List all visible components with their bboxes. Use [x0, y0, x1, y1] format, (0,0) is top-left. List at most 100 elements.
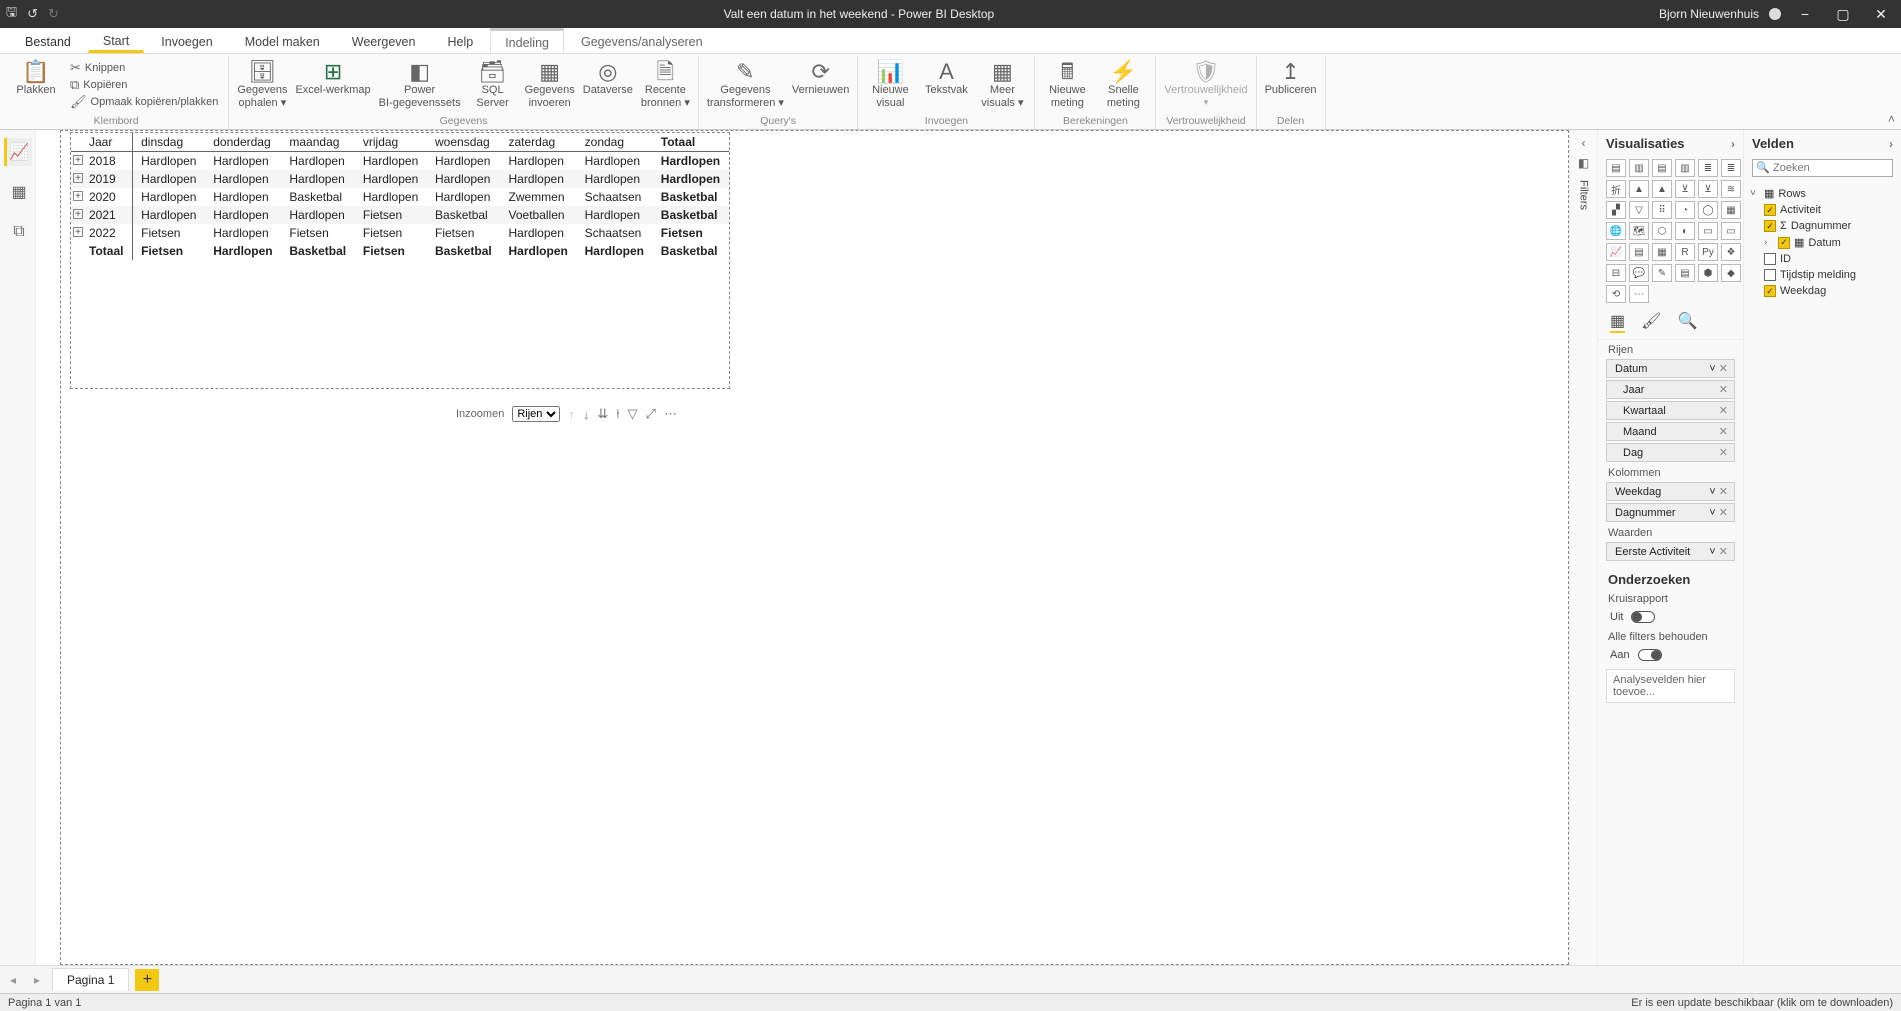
drill-up-icon[interactable]: ↑ [568, 407, 575, 422]
field-datum[interactable]: ›▦Datum [1750, 234, 1895, 251]
vis-stacked-area-icon[interactable]: ▲ [1652, 180, 1672, 198]
filter-icon[interactable]: ▽ [628, 406, 638, 422]
matrix-visual[interactable]: Jaar dinsdag donderdag maandag vrijdag w… [70, 132, 730, 389]
avatar[interactable] [1769, 8, 1781, 20]
matrix-cell[interactable]: Hardlopen [355, 152, 427, 171]
matrix-cell[interactable]: Hardlopen [133, 152, 206, 171]
matrix-cell[interactable]: Voetballen [501, 206, 577, 224]
expand-filters-icon[interactable]: ‹ [1582, 136, 1586, 150]
vis-paginated-icon[interactable]: ▤ [1675, 264, 1695, 282]
vis-funnel-icon[interactable]: ▽ [1629, 201, 1649, 219]
nieuwe-visual-button[interactable]: 📊Nieuwe visual [866, 58, 914, 109]
table-row[interactable]: +2019HardlopenHardlopenHardlopenHardlope… [71, 170, 729, 188]
tab-invoegen[interactable]: Invoegen [146, 28, 227, 53]
matrix-cell[interactable]: Zwemmen [501, 188, 577, 206]
kopieren-button[interactable]: ⧉Kopiëren [68, 77, 220, 93]
qat-undo-icon[interactable]: ↺ [27, 6, 38, 22]
field-tijdstip[interactable]: Tijdstip melding [1750, 267, 1895, 283]
matrix-cell[interactable]: Hardlopen [501, 224, 577, 242]
field-dagnummer[interactable]: ΣDagnummer [1750, 218, 1895, 234]
model-view-button[interactable]: ⧉ [4, 218, 32, 246]
page-next-icon[interactable]: ▸ [28, 973, 46, 987]
matrix-cell[interactable]: Hardlopen [205, 188, 281, 206]
vis-gauge-icon[interactable]: ◐ [1675, 222, 1695, 240]
drill-hierarchy-icon[interactable]: ⍿ [616, 406, 619, 422]
matrix-cell[interactable]: Hardlopen [501, 152, 577, 171]
table-rows[interactable]: ˅▦Rows [1750, 185, 1895, 202]
matrix-cell[interactable]: Fietsen [355, 206, 427, 224]
vis-get-more-icon[interactable]: ⋯ [1629, 285, 1649, 303]
matrix-cell[interactable]: Basketbal [653, 188, 729, 206]
nieuwe-meting-button[interactable]: 🖩Nieuwe meting [1043, 58, 1091, 109]
vis-smart-narrative-icon[interactable]: ✎ [1652, 264, 1672, 282]
matrix-cell[interactable]: Hardlopen [427, 152, 500, 171]
matrix-cell[interactable]: Hardlopen [653, 152, 729, 171]
matrix-cell[interactable]: Hardlopen [133, 170, 206, 188]
vis-shape-map-icon[interactable]: ⬡ [1652, 222, 1672, 240]
vis-treemap-icon[interactable]: ▦ [1721, 201, 1741, 219]
vis-donut-icon[interactable]: ◯ [1698, 201, 1718, 219]
more-options-icon[interactable]: ⋯ [664, 406, 677, 422]
well-eerste-activiteit[interactable]: Eerste Activiteit˅ ✕ [1606, 542, 1735, 561]
vis-line-column-icon[interactable]: ⊻ [1675, 180, 1695, 198]
check-dagnummer[interactable] [1764, 220, 1776, 232]
gegevens-invoeren-button[interactable]: ▦Gegevens invoeren [525, 58, 575, 109]
matrix-cell[interactable]: Hardlopen [281, 170, 354, 188]
matrix-cell[interactable]: Hardlopen [653, 170, 729, 188]
tab-weergeven[interactable]: Weergeven [337, 28, 431, 53]
add-page-button[interactable]: + [135, 969, 159, 991]
matrix-cell[interactable]: Hardlopen [577, 170, 653, 188]
vis-line-icon[interactable]: 折 [1606, 180, 1626, 198]
expand-row-icon[interactable]: + [73, 209, 83, 219]
user-name[interactable]: Bjorn Nieuwenhuis [1659, 7, 1759, 21]
expand-row-icon[interactable]: + [73, 191, 83, 201]
check-weekdag[interactable] [1764, 285, 1776, 297]
vis-clustered-column-icon[interactable]: ▥ [1675, 159, 1695, 177]
vis-arcgis-icon[interactable]: ⬢ [1698, 264, 1718, 282]
knippen-button[interactable]: ✂Knippen [68, 60, 220, 76]
vis-100bar-icon[interactable]: ≣ [1698, 159, 1718, 177]
qat-save-icon[interactable]: 🖫 [6, 3, 17, 25]
expand-row-icon[interactable]: + [73, 227, 83, 237]
vis-filled-map-icon[interactable]: 🗺 [1629, 222, 1649, 240]
analytics-tab-icon[interactable]: 🔍 [1677, 311, 1697, 333]
tab-start[interactable]: Start [88, 28, 144, 53]
tab-help[interactable]: Help [432, 28, 488, 53]
vis-stacked-column-icon[interactable]: ▥ [1629, 159, 1649, 177]
remove-dagnummer-icon[interactable]: ✕ [1719, 507, 1728, 519]
report-canvas[interactable]: Jaar dinsdag donderdag maandag vrijdag w… [36, 130, 1569, 965]
vis-scatter-icon[interactable]: ⠿ [1652, 201, 1672, 219]
matrix-cell[interactable]: Fietsen [355, 224, 427, 242]
ribbon-collapse-icon[interactable]: ˄ [1888, 112, 1895, 126]
year-cell[interactable]: +2019 [71, 170, 133, 188]
vis-automate-icon[interactable]: ⟲ [1606, 285, 1626, 303]
remove-dag-icon[interactable]: ✕ [1719, 446, 1728, 459]
matrix-cell[interactable]: Hardlopen [133, 206, 206, 224]
vis-pie-icon[interactable]: ◔ [1675, 201, 1695, 219]
check-id[interactable] [1764, 253, 1776, 265]
focus-mode-icon[interactable]: ⤢ [646, 406, 656, 422]
matrix-cell[interactable]: Hardlopen [427, 170, 500, 188]
matrix-cell[interactable]: Hardlopen [205, 206, 281, 224]
matrix-cell[interactable]: Fietsen [427, 224, 500, 242]
year-cell[interactable]: +2021 [71, 206, 133, 224]
well-jaar[interactable]: Jaar✕ [1606, 380, 1735, 399]
tab-indeling[interactable]: Indeling [490, 28, 564, 53]
vis-ribbon-icon[interactable]: ≋ [1721, 180, 1741, 198]
fields-search-input[interactable] [1752, 159, 1893, 177]
table-row[interactable]: +2021HardlopenHardlopenHardlopenFietsenB… [71, 206, 729, 224]
dataverse-button[interactable]: ◎Dataverse [583, 58, 633, 97]
recente-bronnen-button[interactable]: 🗎Recente bronnen ▾ [641, 58, 690, 109]
table-row[interactable]: +2018HardlopenHardlopenHardlopenHardlope… [71, 152, 729, 171]
drill-expand-icon[interactable]: ⇊ [597, 406, 608, 422]
vis-stacked-bar-icon[interactable]: ▤ [1606, 159, 1626, 177]
matrix-cell[interactable]: Hardlopen [133, 188, 206, 206]
remove-kwartaal-icon[interactable]: ✕ [1719, 404, 1728, 417]
matrix-cell[interactable]: Hardlopen [577, 152, 653, 171]
expand-row-icon[interactable]: + [73, 173, 83, 183]
field-activiteit[interactable]: Activiteit [1750, 202, 1895, 218]
well-kwartaal[interactable]: Kwartaal✕ [1606, 401, 1735, 420]
vis-kpi-icon[interactable]: 📈 [1606, 243, 1626, 261]
format-tab-icon[interactable]: 🖌 [1641, 311, 1661, 333]
remove-datum-icon[interactable]: ✕ [1719, 363, 1728, 375]
